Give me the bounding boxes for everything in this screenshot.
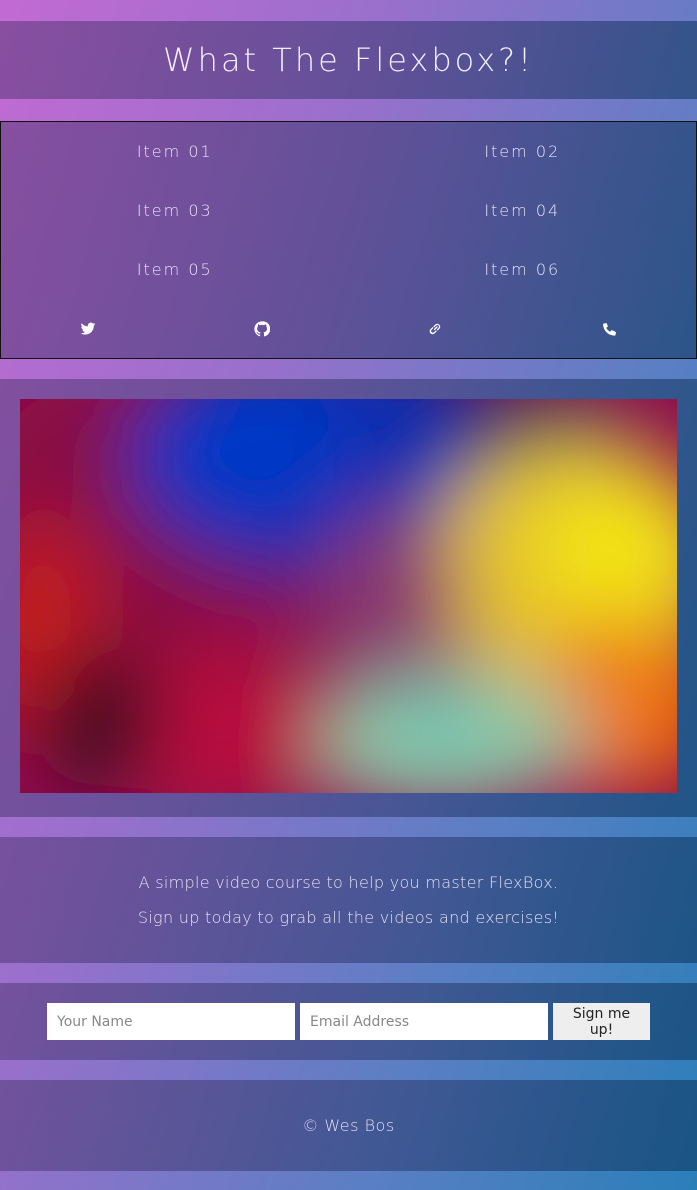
nav-item-06[interactable]: Item 06 <box>349 240 697 299</box>
signup-button[interactable]: Sign me up! <box>553 1003 650 1040</box>
link-link[interactable] <box>349 299 523 358</box>
hero-image <box>20 399 677 793</box>
github-link[interactable] <box>175 299 349 358</box>
hero-section <box>0 379 697 817</box>
footer: © Wes Bos <box>0 1080 697 1171</box>
nav-item-05[interactable]: Item 05 <box>1 240 349 299</box>
twitter-link[interactable] <box>1 299 175 358</box>
nav-item-01[interactable]: Item 01 <box>1 122 349 181</box>
nav-item-03[interactable]: Item 03 <box>1 181 349 240</box>
nav-grid: Item 01 Item 02 Item 03 Item 04 Item 05 … <box>1 122 696 299</box>
header: What The Flexbox?! <box>0 21 697 99</box>
phone-icon <box>603 322 617 336</box>
social-links <box>1 299 696 358</box>
signup-section: Sign me up! <box>0 983 697 1060</box>
github-icon <box>254 320 270 336</box>
main-nav: Item 01 Item 02 Item 03 Item 04 Item 05 … <box>0 121 697 359</box>
email-input[interactable] <box>300 1003 548 1040</box>
nav-item-02[interactable]: Item 02 <box>349 122 697 181</box>
copyright-text: © Wes Bos <box>302 1116 395 1135</box>
link-icon <box>430 323 441 334</box>
details-line-1: A simple video course to help you master… <box>138 873 559 892</box>
page-title: What The Flexbox?! <box>163 41 534 79</box>
details-line-2: Sign up today to grab all the videos and… <box>137 908 560 927</box>
twitter-icon <box>80 322 96 335</box>
signup-form: Sign me up! <box>47 1003 650 1040</box>
phone-link[interactable] <box>522 299 696 358</box>
nav-item-04[interactable]: Item 04 <box>349 181 697 240</box>
details-section: A simple video course to help you master… <box>0 837 697 963</box>
name-input[interactable] <box>47 1003 295 1040</box>
